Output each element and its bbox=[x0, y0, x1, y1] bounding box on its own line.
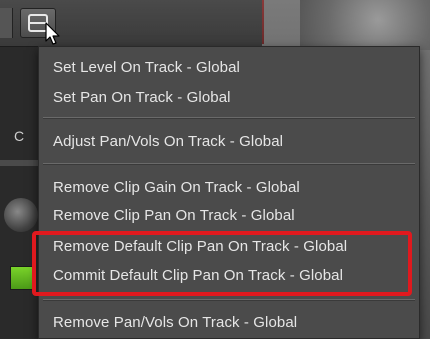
menu-item-set-level[interactable]: Set Level On Track - Global bbox=[53, 55, 240, 81]
highlight-annotation bbox=[32, 231, 412, 296]
app-window: C Set Level On Track - Global Set Pan On… bbox=[0, 0, 430, 339]
background-texture bbox=[300, 0, 430, 50]
toolbar bbox=[0, 0, 262, 47]
toolbar-edge-button[interactable] bbox=[0, 8, 13, 38]
menu-separator bbox=[43, 299, 415, 301]
track-header-letter: C bbox=[14, 128, 25, 144]
pan-knob[interactable] bbox=[4, 198, 38, 232]
menu-separator bbox=[43, 163, 415, 165]
menu-item-remove-pan-vols[interactable]: Remove Pan/Vols On Track - Global bbox=[53, 310, 297, 336]
track-header-bar bbox=[0, 160, 40, 166]
menu-item-remove-clip-gain[interactable]: Remove Clip Gain On Track - Global bbox=[53, 175, 300, 201]
menu-item-remove-clip-pan[interactable]: Remove Clip Pan On Track - Global bbox=[53, 203, 295, 229]
menu-separator bbox=[43, 117, 415, 119]
menu-item-adjust-pan-vols[interactable]: Adjust Pan/Vols On Track - Global bbox=[53, 129, 283, 155]
pointer-cursor-icon bbox=[44, 22, 64, 46]
menu-item-set-pan[interactable]: Set Pan On Track - Global bbox=[53, 85, 231, 111]
